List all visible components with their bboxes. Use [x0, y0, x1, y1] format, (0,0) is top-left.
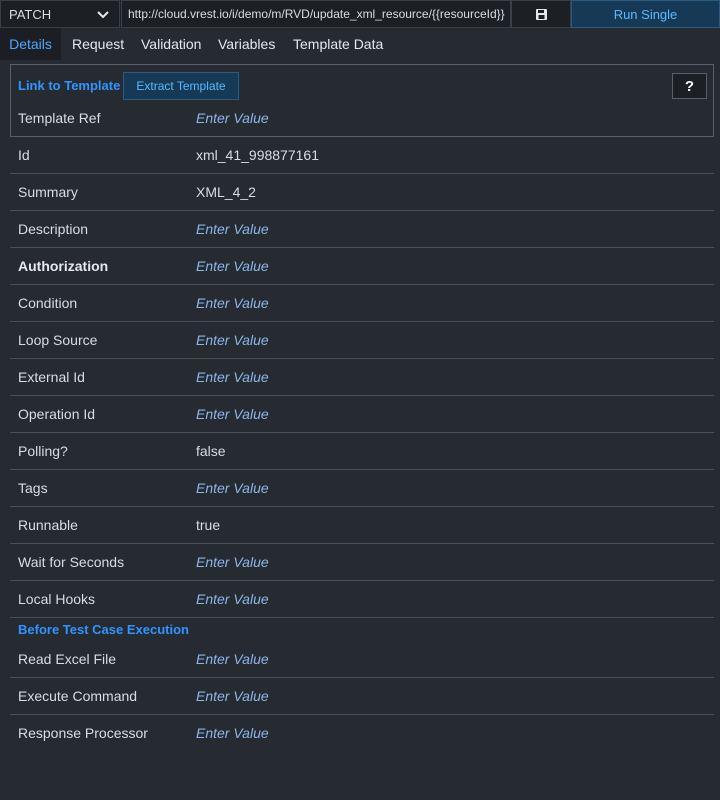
url-input[interactable]: http://cloud.vrest.io/i/demo/m/RVD/updat…: [121, 0, 511, 28]
field-value[interactable]: Enter Value: [196, 295, 269, 311]
field-row-template-ref: Template Ref Enter Value: [10, 100, 714, 137]
field-label: Polling?: [18, 443, 68, 459]
field-row-summary: Summary XML_4_2: [10, 174, 714, 211]
field-value[interactable]: Enter Value: [196, 406, 269, 422]
field-value[interactable]: Enter Value: [196, 651, 269, 667]
field-value[interactable]: Enter Value: [196, 258, 269, 274]
run-single-label: Run Single: [613, 6, 678, 22]
field-row-operation-id: Operation Id Enter Value: [10, 396, 714, 433]
tab-validation[interactable]: Validation: [141, 28, 201, 60]
field-label: Condition: [18, 295, 78, 311]
field-label: Description: [18, 221, 89, 237]
field-row-local-hooks: Local Hooks Enter Value: [10, 581, 714, 618]
tab-bar: Details Request Validation Variables Tem…: [0, 28, 720, 60]
tab-details[interactable]: Details: [0, 28, 61, 60]
save-button[interactable]: [511, 0, 571, 28]
help-button[interactable]: ?: [672, 73, 707, 99]
field-row-external-id: External Id Enter Value: [10, 359, 714, 396]
field-label: Execute Command: [18, 688, 138, 704]
field-row-loop-source: Loop Source Enter Value: [10, 322, 714, 359]
field-row-polling: Polling? false: [10, 433, 714, 470]
request-toolbar: PATCH http://cloud.vrest.io/i/demo/m/RVD…: [0, 0, 720, 28]
field-value[interactable]: xml_41_998877161: [196, 147, 319, 163]
field-value[interactable]: Enter Value: [196, 688, 269, 704]
field-label: Wait for Seconds: [18, 554, 125, 570]
tab-request[interactable]: Request: [72, 28, 124, 60]
field-value[interactable]: Enter Value: [196, 725, 269, 741]
field-row-wait-for-seconds: Wait for Seconds Enter Value: [10, 544, 714, 581]
field-value[interactable]: Enter Value: [196, 480, 269, 496]
tab-label: Variables: [218, 36, 276, 52]
field-row-read-excel-file: Read Excel File Enter Value: [10, 641, 714, 678]
link-to-template-label: Link to Template: [18, 78, 121, 93]
field-label: Local Hooks: [18, 591, 96, 607]
field-value[interactable]: Enter Value: [196, 369, 269, 385]
field-value[interactable]: Enter Value: [196, 221, 269, 237]
field-label: Loop Source: [18, 332, 98, 348]
section-title-before-execution: Before Test Case Execution: [18, 622, 189, 637]
field-row-response-processor: Response Processor Enter Value: [10, 715, 714, 752]
field-row-runnable: Runnable true: [10, 507, 714, 544]
tab-template-data[interactable]: Template Data: [293, 28, 383, 60]
chevron-down-icon: [97, 11, 109, 19]
tab-variables[interactable]: Variables: [218, 28, 275, 60]
field-label: Response Processor: [18, 725, 148, 741]
tab-label: Details: [9, 36, 52, 52]
field-row-condition: Condition Enter Value: [10, 285, 714, 322]
field-value[interactable]: Enter Value: [196, 591, 269, 607]
field-value[interactable]: XML_4_2: [196, 184, 256, 200]
tab-label: Validation: [141, 36, 202, 52]
field-value[interactable]: Enter Value: [196, 554, 269, 570]
field-label: Template Ref: [18, 110, 101, 126]
field-label: Operation Id: [18, 406, 96, 422]
run-single-button[interactable]: Run Single: [571, 0, 720, 28]
method-select[interactable]: PATCH: [0, 0, 120, 28]
field-label: Id: [18, 147, 30, 163]
field-value[interactable]: Enter Value: [196, 332, 269, 348]
field-label: Tags: [18, 480, 48, 496]
field-value[interactable]: false: [196, 443, 226, 459]
field-label: Summary: [18, 184, 78, 200]
extract-template-button[interactable]: Extract Template: [123, 72, 239, 100]
tab-label: Request: [72, 36, 125, 52]
field-row-tags: Tags Enter Value: [10, 470, 714, 507]
field-row-description: Description Enter Value: [10, 211, 714, 248]
extract-template-label: Extract Template: [136, 79, 226, 93]
field-row-id: Id xml_41_998877161: [10, 137, 714, 174]
field-row-execute-command: Execute Command Enter Value: [10, 678, 714, 715]
method-value: PATCH: [9, 6, 52, 22]
field-label: External Id: [18, 369, 85, 385]
floppy-disk-icon: [535, 8, 547, 20]
tab-label: Template Data: [293, 36, 384, 52]
field-label: Runnable: [18, 517, 78, 533]
field-value[interactable]: Enter Value: [196, 110, 269, 126]
field-label: Read Excel File: [18, 651, 117, 667]
url-value: http://cloud.vrest.io/i/demo/m/RVD/updat…: [128, 7, 505, 21]
help-icon: ?: [684, 77, 695, 95]
field-row-authorization: Authorization Enter Value: [10, 248, 714, 285]
field-value[interactable]: true: [196, 517, 220, 533]
field-label: Authorization: [18, 258, 109, 274]
